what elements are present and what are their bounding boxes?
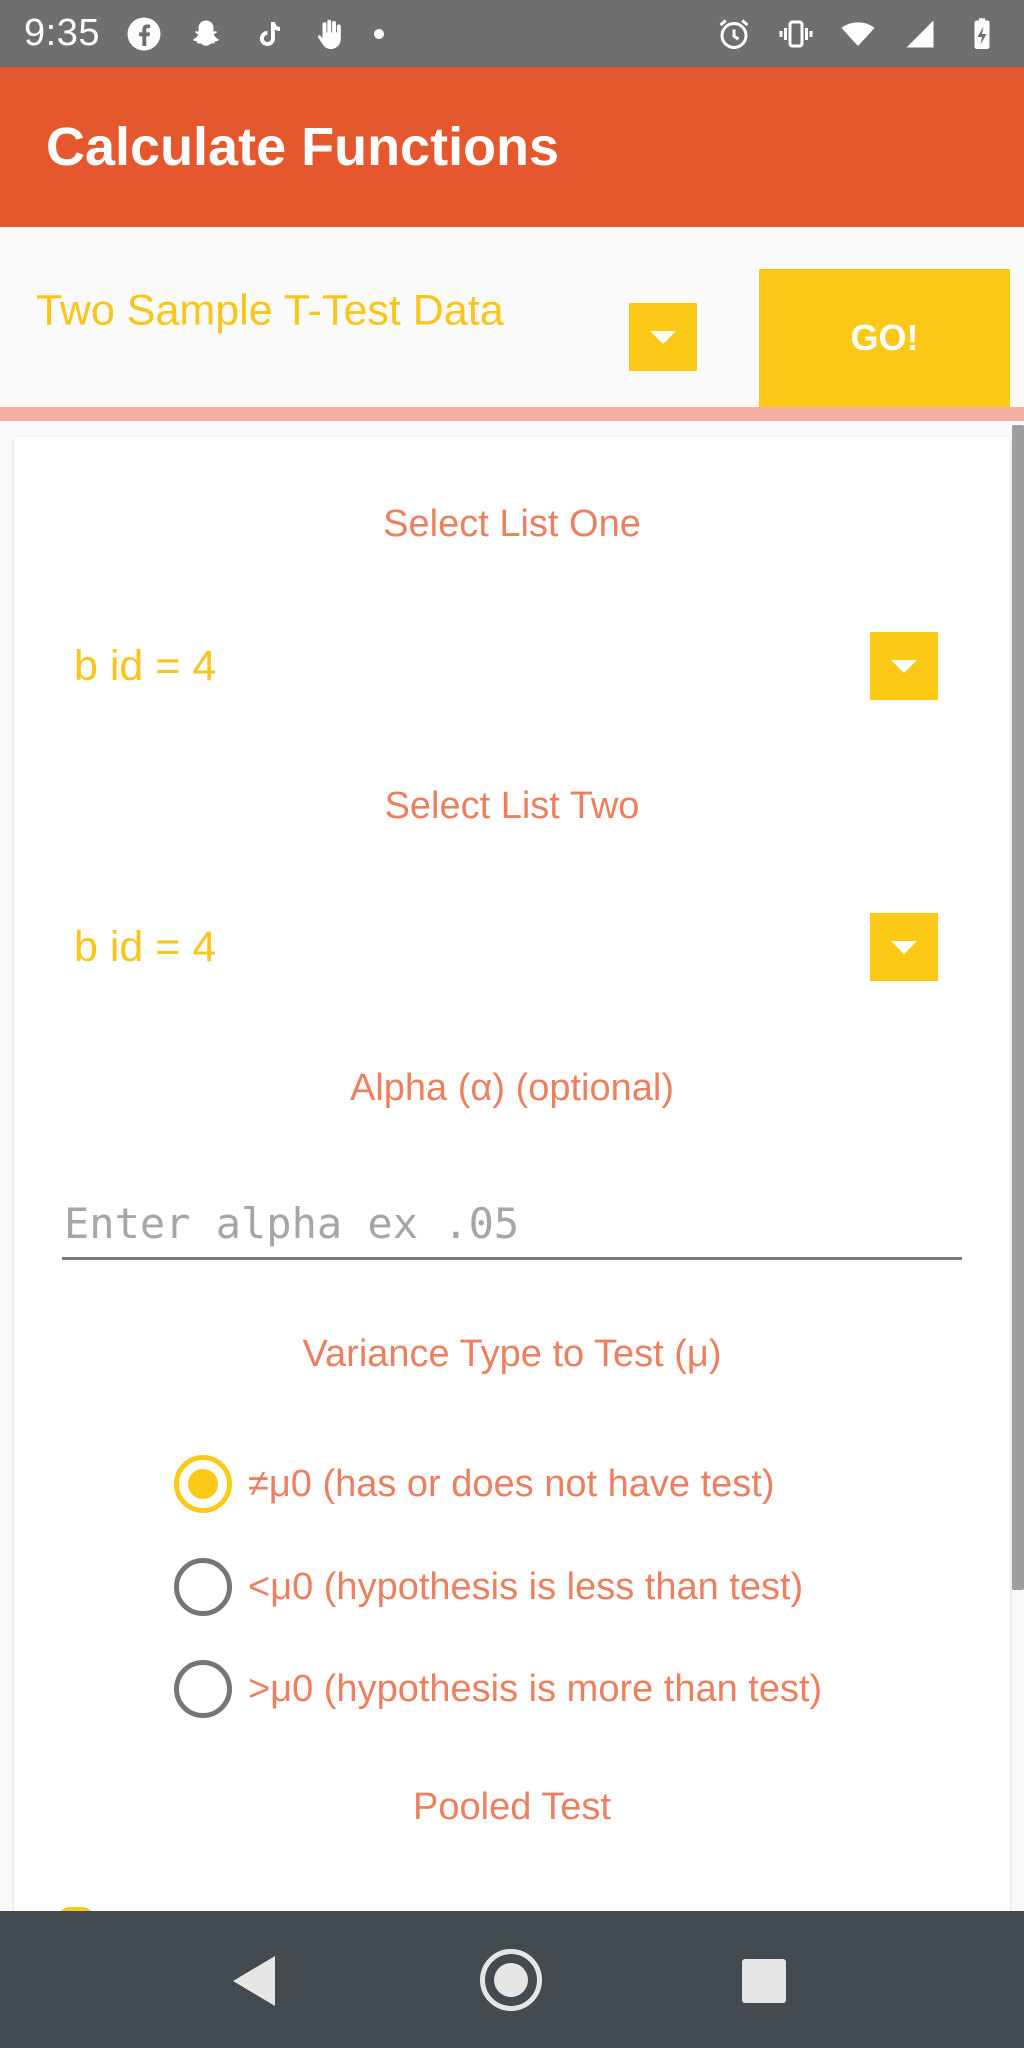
function-spinner-value[interactable]: Two Sample T-Test Data <box>36 287 504 336</box>
status-time: 9:35 <box>24 12 100 54</box>
list-one-spinner-value[interactable]: b id = 4 <box>74 642 216 691</box>
app-title: Calculate Functions <box>46 117 560 177</box>
facebook-icon <box>126 16 162 52</box>
back-icon[interactable] <box>233 1956 275 2006</box>
list-one-dropdown-button[interactable] <box>870 632 938 700</box>
status-left: 9:35 <box>24 12 384 55</box>
radio-unchecked-icon[interactable] <box>174 1660 232 1718</box>
vibrate-icon <box>778 16 814 52</box>
accent-divider <box>0 407 1024 421</box>
variance-type-label: Variance Type to Test (μ) <box>302 1333 722 1375</box>
battery-charging-icon <box>964 16 1000 52</box>
signal-icon <box>902 16 938 52</box>
alpha-label: Alpha (α) (optional) <box>349 1067 674 1109</box>
alpha-input[interactable] <box>62 1190 962 1260</box>
go-button[interactable]: GO! <box>759 269 1010 407</box>
function-selector-row: Two Sample T-Test Data GO! <box>0 227 1024 407</box>
list-two-label: Select List Two <box>384 785 640 827</box>
function-spinner-dropdown-button[interactable] <box>629 303 697 371</box>
list-two-spinner-value[interactable]: b id = 4 <box>74 923 216 972</box>
variance-option-less-than[interactable]: <μ0 (hypothesis is less than test) <box>174 1558 803 1616</box>
alarm-icon <box>716 16 752 52</box>
list-one-label: Select List One <box>383 503 641 545</box>
chevron-down-icon <box>650 330 676 344</box>
chevron-down-icon <box>891 659 917 673</box>
home-icon[interactable] <box>480 1949 542 2011</box>
tiktok-icon <box>250 16 286 52</box>
chevron-down-icon <box>891 940 917 954</box>
variance-option-label: >μ0 (hypothesis is more than test) <box>248 1667 823 1710</box>
navigation-bar <box>0 1911 1024 2048</box>
variance-option-label: <μ0 (hypothesis is less than test) <box>248 1565 804 1608</box>
hand-icon <box>312 16 348 52</box>
variance-option-more-than[interactable]: >μ0 (hypothesis is more than test) <box>174 1660 822 1718</box>
app-bar: Calculate Functions <box>0 67 1024 227</box>
dot-icon <box>373 28 384 39</box>
scrollbar[interactable] <box>1012 425 1024 1590</box>
variance-option-not-equal[interactable]: ≠μ0 (has or does not have test) <box>174 1455 774 1513</box>
wifi-icon <box>840 16 876 52</box>
pooled-test-label: Pooled Test <box>413 1786 611 1828</box>
status-right <box>716 16 1000 52</box>
variance-option-label: ≠μ0 (has or does not have test) <box>248 1462 775 1505</box>
recents-icon[interactable] <box>742 1959 786 2003</box>
snapchat-icon <box>188 16 224 52</box>
list-two-dropdown-button[interactable] <box>870 913 938 981</box>
radio-checked-icon[interactable] <box>174 1455 232 1513</box>
radio-unchecked-icon[interactable] <box>174 1558 232 1616</box>
status-bar: 9:35 <box>0 0 1024 67</box>
